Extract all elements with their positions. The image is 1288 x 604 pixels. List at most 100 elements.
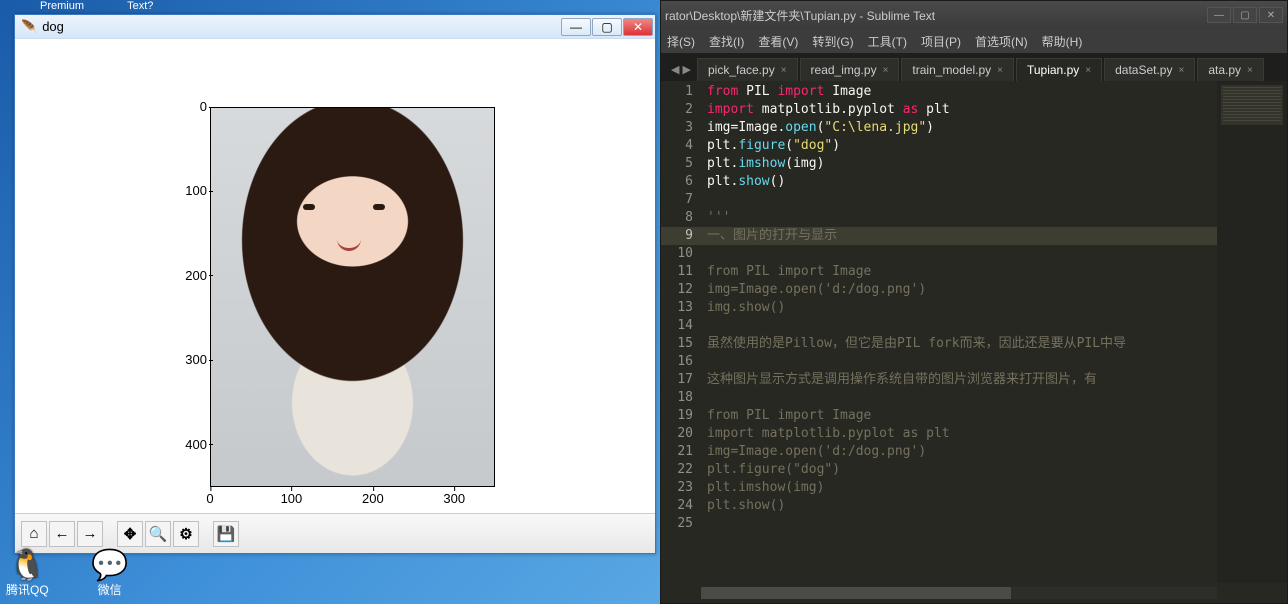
line-number: 1: [661, 83, 693, 101]
mpl-canvas[interactable]: 0100200300400 0100200300: [15, 39, 655, 513]
close-button[interactable]: ✕: [1259, 7, 1283, 23]
line-number: 7: [661, 191, 693, 209]
displayed-image: [211, 108, 494, 486]
menu-item[interactable]: 项目(P): [921, 33, 961, 50]
toolbar-home-button[interactable]: ⌂: [21, 521, 47, 547]
y-tick-label: 100: [185, 183, 207, 198]
shortcut-label: 腾讯QQ: [6, 581, 49, 598]
qq-icon: 🐧: [6, 549, 48, 581]
x-tick-label: 0: [206, 491, 213, 506]
tab-close-icon[interactable]: ×: [997, 65, 1003, 76]
sublime-title: rator\Desktop\新建文件夹\Tupian.py - Sublime …: [665, 7, 935, 24]
line-number: 15: [661, 335, 693, 353]
toolbar-forward-button[interactable]: →: [77, 521, 103, 547]
menu-item[interactable]: 查看(V): [758, 33, 798, 50]
sublime-minimap[interactable]: [1217, 81, 1287, 583]
maximize-button[interactable]: ▢: [592, 18, 622, 36]
line-number: 14: [661, 317, 693, 335]
top-tab[interactable]: Text?: [127, 0, 153, 12]
desktop-shortcuts: 🐧 腾讯QQ 💬 微信: [6, 549, 131, 598]
sublime-titlebar[interactable]: rator\Desktop\新建文件夹\Tupian.py - Sublime …: [661, 1, 1287, 29]
line-number: 16: [661, 353, 693, 371]
tab-close-icon[interactable]: ×: [1178, 65, 1184, 76]
line-number: 10: [661, 245, 693, 263]
tab-close-icon[interactable]: ×: [1247, 65, 1253, 76]
tk-feather-icon: 🪶: [21, 19, 37, 35]
tab-close-icon[interactable]: ×: [781, 65, 787, 76]
sublime-window-controls: — ▢ ✕: [1207, 7, 1283, 23]
sublime-text-window: rator\Desktop\新建文件夹\Tupian.py - Sublime …: [660, 0, 1288, 604]
line-number: 6: [661, 173, 693, 191]
line-number: 23: [661, 479, 693, 497]
line-number: 25: [661, 515, 693, 533]
sublime-editor[interactable]: 1234567891011121314151617181920212223242…: [661, 81, 1287, 583]
shortcut-label: 微信: [98, 581, 122, 598]
line-number: 8: [661, 209, 693, 227]
maximize-button[interactable]: ▢: [1233, 7, 1257, 23]
wechat-icon: 💬: [89, 549, 131, 581]
sublime-tabbar: ◀ ▶ pick_face.py×read_img.py×train_model…: [661, 53, 1287, 81]
minimize-button[interactable]: —: [1207, 7, 1231, 23]
line-number: 21: [661, 443, 693, 461]
toolbar-save-button[interactable]: 💾: [213, 521, 239, 547]
editor-tab[interactable]: pick_face.py ×: [697, 58, 798, 81]
line-number: 4: [661, 137, 693, 155]
menu-item[interactable]: 择(S): [667, 33, 695, 50]
tab-label: read_img.py: [811, 63, 877, 77]
top-tab[interactable]: Premium: [40, 0, 84, 12]
x-tick-label: 200: [362, 491, 384, 506]
editor-tab[interactable]: train_model.py ×: [901, 58, 1014, 81]
close-button[interactable]: ✕: [623, 18, 653, 36]
minimize-button[interactable]: —: [561, 18, 591, 36]
menu-item[interactable]: 帮助(H): [1042, 33, 1083, 50]
matplotlib-window: 🪶 dog — ▢ ✕ 0100200300400 0100200300 ⌂←→…: [14, 14, 656, 554]
wechat-shortcut[interactable]: 💬 微信: [89, 549, 131, 598]
tab-scroll-arrows[interactable]: ◀ ▶: [671, 63, 691, 76]
line-number: 13: [661, 299, 693, 317]
toolbar-config-button[interactable]: ⚙: [173, 521, 199, 547]
tab-label: dataSet.py: [1115, 63, 1172, 77]
scrollbar-thumb[interactable]: [701, 587, 1011, 599]
menu-item[interactable]: 转到(G): [812, 33, 853, 50]
line-number: 12: [661, 281, 693, 299]
mpl-window-controls: — ▢ ✕: [561, 18, 653, 36]
qq-shortcut[interactable]: 🐧 腾讯QQ: [6, 549, 49, 598]
toolbar-zoom-button[interactable]: 🔍: [145, 521, 171, 547]
minimap-viewport[interactable]: [1221, 85, 1283, 125]
tab-close-icon[interactable]: ×: [883, 65, 889, 76]
tab-label: Tupian.py: [1027, 63, 1079, 77]
editor-tab[interactable]: read_img.py ×: [800, 58, 900, 81]
line-number: 22: [661, 461, 693, 479]
menu-item[interactable]: 首选项(N): [975, 33, 1028, 50]
line-gutter: 1234567891011121314151617181920212223242…: [661, 81, 701, 583]
sublime-menubar: 择(S) 查找(I) 查看(V) 转到(G) 工具(T) 项目(P) 首选项(N) 帮助(H): [661, 29, 1287, 53]
line-number: 19: [661, 407, 693, 425]
editor-tab[interactable]: dataSet.py ×: [1104, 58, 1195, 81]
tab-label: train_model.py: [912, 63, 991, 77]
horizontal-scrollbar[interactable]: [701, 587, 1217, 599]
x-tick-label: 300: [443, 491, 465, 506]
line-number: 24: [661, 497, 693, 515]
line-number: 20: [661, 425, 693, 443]
menu-item[interactable]: 工具(T): [868, 33, 907, 50]
y-tick-label: 200: [185, 268, 207, 283]
tab-label: pick_face.py: [708, 63, 775, 77]
image-axes[interactable]: [210, 107, 495, 487]
y-tick-label: 0: [200, 99, 207, 114]
menu-item[interactable]: 查找(I): [709, 33, 744, 50]
mpl-window-title: dog: [42, 19, 64, 34]
mpl-titlebar[interactable]: 🪶 dog — ▢ ✕: [15, 15, 655, 39]
line-number: 5: [661, 155, 693, 173]
line-number: 11: [661, 263, 693, 281]
editor-tab[interactable]: Tupian.py ×: [1016, 58, 1102, 81]
code-area[interactable]: from PIL import Image import matplotlib.…: [701, 81, 1287, 583]
x-tick-label: 100: [281, 491, 303, 506]
editor-tab[interactable]: ata.py ×: [1197, 58, 1264, 81]
toolbar-back-button[interactable]: ←: [49, 521, 75, 547]
y-tick-label: 400: [185, 437, 207, 452]
tab-label: ata.py: [1208, 63, 1241, 77]
line-number: 3: [661, 119, 693, 137]
line-number: 17: [661, 371, 693, 389]
toolbar-pan-button[interactable]: ✥: [117, 521, 143, 547]
tab-close-icon[interactable]: ×: [1085, 65, 1091, 76]
